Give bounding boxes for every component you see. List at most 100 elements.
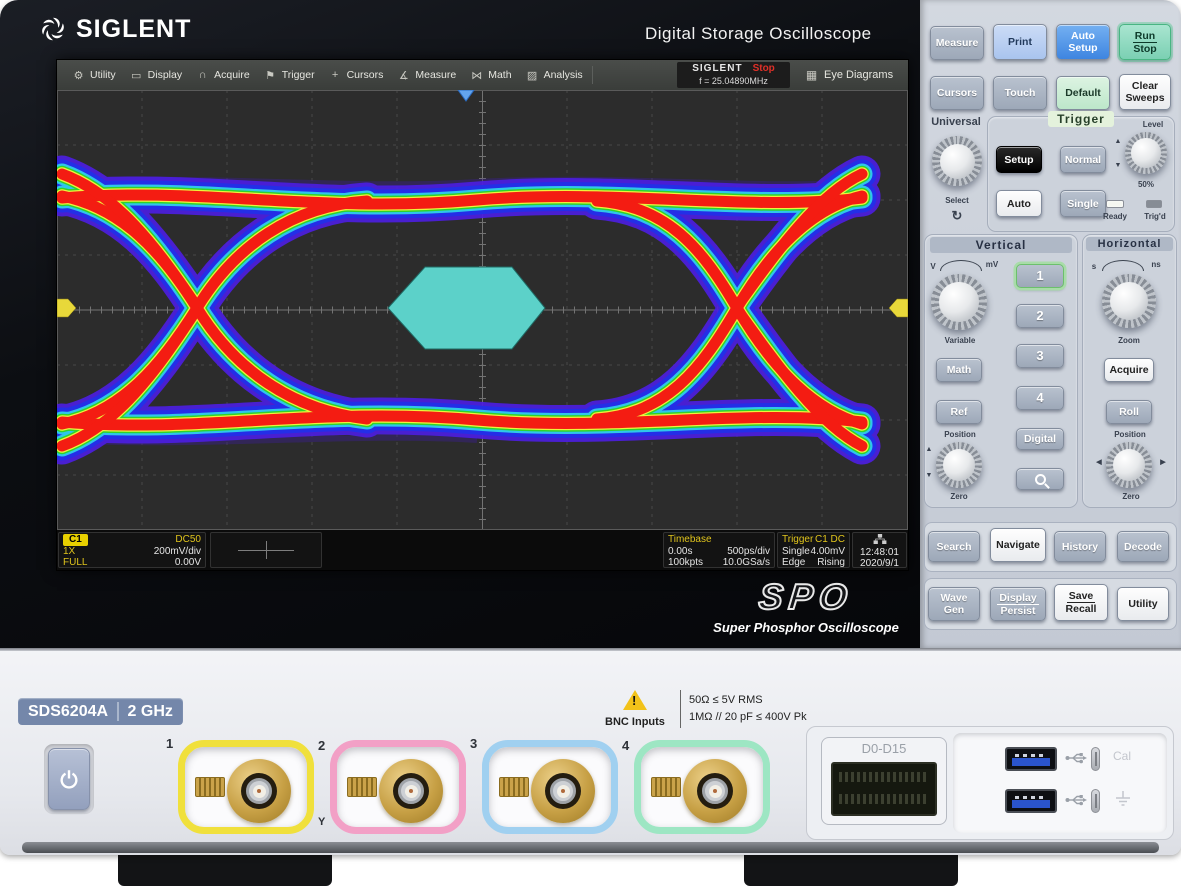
- horizontal-section-title: Horizontal: [1086, 237, 1173, 251]
- menu-item-cursors[interactable]: +Cursors: [322, 60, 391, 90]
- nanoseconds-label: ns: [1146, 260, 1166, 269]
- utility-button[interactable]: Utility: [1117, 587, 1169, 621]
- warning-divider: [680, 690, 681, 728]
- default-button[interactable]: Default: [1056, 76, 1110, 110]
- timebase-title: Timebase: [668, 534, 712, 546]
- channel-4-number: 4: [622, 738, 629, 753]
- channel-4-bnc: [634, 740, 770, 834]
- menu-item-utility[interactable]: ⚙ Utility: [65, 60, 123, 90]
- channel-3-bnc: [482, 740, 618, 834]
- millivolts-label: mV: [982, 260, 1002, 269]
- channel-1-number: 1: [166, 736, 173, 751]
- decode-button[interactable]: Decode: [1117, 531, 1169, 562]
- trigger-position-marker[interactable]: [458, 90, 474, 101]
- cursors-button[interactable]: Cursors: [930, 76, 984, 110]
- network-icon: [873, 534, 887, 544]
- digital-connector-slot: [831, 762, 937, 816]
- menu-item-analysis[interactable]: ▨Analysis: [519, 60, 590, 90]
- trigger-setup-button[interactable]: Setup: [996, 146, 1042, 173]
- power-button[interactable]: [48, 748, 90, 810]
- trigger-status-box[interactable]: Trigger C1 DC Single 4.00mV Edge Rising: [777, 532, 850, 568]
- trigger-auto-button[interactable]: Auto: [996, 190, 1042, 217]
- menu-item-measure[interactable]: ∡Measure: [390, 60, 463, 90]
- measure-button[interactable]: Measure: [930, 26, 984, 60]
- acquisition-status-box[interactable]: SIGLENT Stop f = 25.04890MHz: [677, 62, 790, 88]
- timebase-status-box[interactable]: Timebase 0.00s 500ps/div 100kpts 10.0GSa…: [663, 532, 775, 568]
- search-button[interactable]: Search: [928, 531, 980, 562]
- menu-item-display[interactable]: ▭Display: [123, 60, 189, 90]
- position-down-arrow: ▼: [924, 472, 934, 479]
- navigate-button[interactable]: Navigate: [990, 528, 1046, 562]
- clock-box[interactable]: 12:48:01 2020/9/1: [852, 532, 907, 568]
- trigger-level-marker[interactable]: [889, 299, 908, 317]
- empty-trace-box[interactable]: [210, 532, 322, 568]
- usb-port-1: [1005, 747, 1057, 771]
- history-button[interactable]: History: [1054, 531, 1106, 562]
- run-stop-button[interactable]: Run Stop: [1119, 24, 1171, 60]
- roll-button[interactable]: Roll: [1106, 400, 1152, 424]
- digital-button[interactable]: Digital: [1016, 428, 1064, 450]
- horizontal-position-knob[interactable]: [1106, 442, 1152, 488]
- digital-input-label: D0-D15: [822, 741, 946, 756]
- zoom-search-button[interactable]: [1016, 468, 1064, 490]
- eye-mask-hexagon[interactable]: [388, 267, 545, 349]
- universal-label: Universal: [924, 116, 988, 128]
- channel1-ground-marker[interactable]: [57, 299, 76, 317]
- vertical-scale-knob[interactable]: [931, 274, 987, 330]
- channel-1-button[interactable]: 1: [1016, 264, 1064, 288]
- oscilloscope-device: SIGLENT Digital Storage Oscilloscope ⚙Ut…: [0, 0, 1181, 886]
- trigger-frequency: f = 25.04890MHz: [699, 75, 768, 87]
- stop-label: Stop: [1133, 43, 1156, 55]
- horizontal-scale-knob[interactable]: [1102, 274, 1156, 328]
- trigger-section-title: Trigger: [1048, 111, 1114, 127]
- auto-setup-button[interactable]: Auto Setup: [1056, 24, 1110, 60]
- left-foot: [118, 850, 332, 886]
- channel-1-bnc: [178, 740, 314, 834]
- channel-attenuation: 1X: [63, 546, 75, 558]
- spo-logo-text: SPO: [698, 576, 914, 618]
- gear-icon: ⚙: [72, 69, 85, 82]
- ref-button[interactable]: Ref: [936, 400, 982, 424]
- menu-label: Cursors: [347, 69, 384, 81]
- timebase-rate: 10.0GSa/s: [723, 557, 770, 569]
- usb-icon: [1065, 793, 1087, 807]
- waveform-area[interactable]: [57, 90, 908, 530]
- print-button[interactable]: Print: [993, 24, 1047, 60]
- channel-2-button[interactable]: 2: [1016, 304, 1064, 328]
- bnc-contact-comb: [347, 777, 377, 797]
- menu-item-eye-diagrams[interactable]: ▦ Eye Diagrams: [805, 60, 893, 90]
- clock-date: 2020/9/1: [857, 558, 902, 569]
- power-button-recess: [44, 744, 94, 814]
- siglent-swirl-icon: [38, 14, 68, 44]
- screen-bezel: SIGLENT Digital Storage Oscilloscope ⚙Ut…: [0, 0, 922, 648]
- trigger-normal-button[interactable]: Normal: [1060, 146, 1106, 173]
- channel1-status-box[interactable]: C1 DC50 1X 200mV/div FULL 0.00V: [58, 532, 206, 568]
- math-button[interactable]: Math: [936, 358, 982, 382]
- level-down-arrow: ▼: [1113, 162, 1123, 169]
- save-recall-button[interactable]: Save Recall: [1054, 584, 1108, 621]
- front-panel: SDS6204A 2 GHz BNC Inputs: [0, 648, 1181, 855]
- wave-gen-button[interactable]: Wave Gen: [928, 587, 980, 621]
- touch-button[interactable]: Touch: [993, 76, 1047, 110]
- menu-item-acquire[interactable]: ∩Acquire: [189, 60, 257, 90]
- channel-3-button[interactable]: 3: [1016, 344, 1064, 368]
- acquire-button[interactable]: Acquire: [1104, 358, 1154, 382]
- menu-label: Trigger: [282, 69, 315, 81]
- universal-knob[interactable]: [932, 136, 982, 186]
- clear-sweeps-button[interactable]: Clear Sweeps: [1119, 74, 1171, 110]
- menu-item-trigger[interactable]: ⚑Trigger: [257, 60, 322, 90]
- menu-item-math[interactable]: ⋈Math: [463, 60, 518, 90]
- warning-line-2: 1MΩ // 20 pF ≤ 400V Pk: [689, 709, 807, 726]
- channel-offset: 0.00V: [175, 557, 201, 569]
- persist-label: Persist: [1000, 605, 1035, 617]
- clock-time: 12:48:01: [857, 547, 902, 558]
- timebase-scale: 500ps/div: [727, 546, 770, 558]
- menu-label: Utility: [90, 69, 116, 81]
- vertical-position-knob[interactable]: [936, 442, 982, 488]
- channel-4-button[interactable]: 4: [1016, 386, 1064, 410]
- cal-label: Cal: [1113, 749, 1131, 763]
- display-persist-button[interactable]: Display Persist: [990, 587, 1046, 621]
- display-label: Display: [997, 592, 1038, 605]
- trigger-level-knob[interactable]: [1125, 132, 1167, 174]
- lcd-screen: ⚙ Utility ▭Display ∩Acquire ⚑Trigger +Cur…: [57, 60, 908, 570]
